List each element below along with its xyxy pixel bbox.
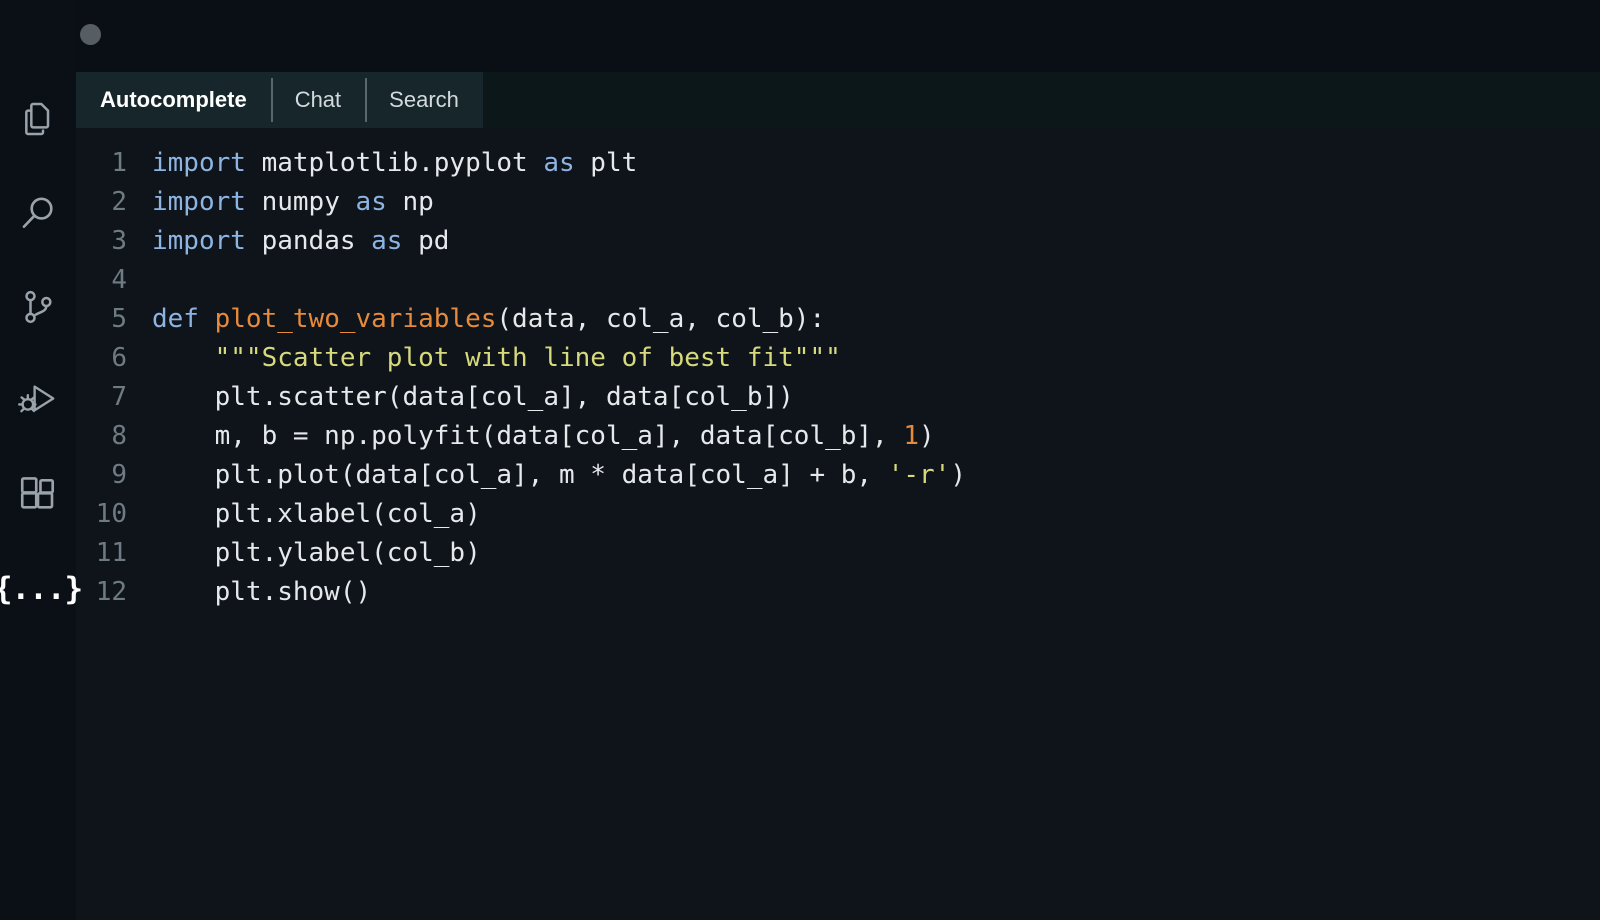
- code-token: """Scatter plot with line of best fit""": [215, 343, 841, 373]
- line-number: 4: [76, 261, 152, 300]
- code-editor[interactable]: 1import matplotlib.pyplot as plt2import …: [76, 128, 1600, 920]
- sidebar-item-run-debug[interactable]: [0, 354, 76, 448]
- code-token: import: [152, 148, 246, 178]
- search-icon: [17, 192, 59, 234]
- line-number: 11: [76, 534, 152, 573]
- code-token: [199, 304, 215, 334]
- sidebar-item-json-outline[interactable]: {...}: [0, 542, 76, 636]
- code-line[interactable]: 7 plt.scatter(data[col_a], data[col_b]): [76, 378, 1600, 417]
- code-token: plt: [575, 148, 638, 178]
- code-line[interactable]: 2import numpy as np: [76, 183, 1600, 222]
- line-source: [152, 261, 1600, 300]
- code-token: ): [950, 460, 966, 490]
- line-source: def plot_two_variables(data, col_a, col_…: [152, 300, 1600, 339]
- code-line[interactable]: 6 """Scatter plot with line of best fit"…: [76, 339, 1600, 378]
- extensions-icon: [17, 474, 59, 516]
- tab-bar: Autocomplete Chat Search: [76, 72, 1600, 128]
- maximize-button[interactable]: [80, 24, 101, 45]
- code-token: (data, col_a, col_b):: [496, 304, 825, 334]
- tab-label: Search: [389, 87, 459, 113]
- files-icon: [18, 99, 58, 139]
- code-token: pd: [402, 226, 449, 256]
- code-token: matplotlib.pyplot: [246, 148, 543, 178]
- code-line[interactable]: 4: [76, 261, 1600, 300]
- code-token: plt.show(): [152, 577, 371, 607]
- git-branch-icon: [18, 287, 58, 327]
- code-token: numpy: [246, 187, 356, 217]
- code-token: [152, 343, 215, 373]
- code-token: as: [371, 226, 402, 256]
- code-token: as: [356, 187, 387, 217]
- sidebar-item-extensions[interactable]: [0, 448, 76, 542]
- line-source: plt.ylabel(col_b): [152, 534, 1600, 573]
- line-number: 1: [76, 144, 152, 183]
- window-titlebar: [0, 0, 1600, 72]
- code-token: 1: [903, 421, 919, 451]
- line-number: 2: [76, 183, 152, 222]
- line-number: 7: [76, 378, 152, 417]
- line-number: 6: [76, 339, 152, 378]
- code-token: m, b = np.polyfit(data[col_a], data[col_…: [152, 421, 903, 451]
- code-line[interactable]: 12 plt.show(): [76, 573, 1600, 612]
- tab-bar-empty-area: [483, 72, 1600, 128]
- code-content[interactable]: 1import matplotlib.pyplot as plt2import …: [76, 128, 1600, 612]
- code-line[interactable]: 11 plt.ylabel(col_b): [76, 534, 1600, 573]
- code-token: plt.scatter(data[col_a], data[col_b]): [152, 382, 794, 412]
- code-token: def: [152, 304, 199, 334]
- run-debug-icon: [16, 379, 60, 423]
- code-token: '-r': [888, 460, 951, 490]
- line-number: 5: [76, 300, 152, 339]
- sidebar-item-source-control[interactable]: [0, 260, 76, 354]
- line-source: import numpy as np: [152, 183, 1600, 222]
- code-line[interactable]: 10 plt.xlabel(col_a): [76, 495, 1600, 534]
- line-number: 3: [76, 222, 152, 261]
- sidebar-item-explorer[interactable]: [0, 72, 76, 166]
- tab-label: Autocomplete: [100, 87, 247, 113]
- line-source: m, b = np.polyfit(data[col_a], data[col_…: [152, 417, 1600, 456]
- code-line[interactable]: 8 m, b = np.polyfit(data[col_a], data[co…: [76, 417, 1600, 456]
- code-token: plt.ylabel(col_b): [152, 538, 481, 568]
- code-token: import: [152, 187, 246, 217]
- code-line[interactable]: 5def plot_two_variables(data, col_a, col…: [76, 300, 1600, 339]
- line-number: 9: [76, 456, 152, 495]
- tab-label: Chat: [295, 87, 341, 113]
- code-token: np: [387, 187, 434, 217]
- line-number: 12: [76, 573, 152, 612]
- code-token: import: [152, 226, 246, 256]
- line-source: import pandas as pd: [152, 222, 1600, 261]
- activity-bar-items: {...}: [0, 72, 76, 636]
- tab-autocomplete[interactable]: Autocomplete: [76, 72, 271, 128]
- line-number: 10: [76, 495, 152, 534]
- code-token: plot_two_variables: [215, 304, 497, 334]
- app-window: {...} Autocomplete Chat Search 1import m…: [0, 0, 1600, 920]
- activity-bar: {...}: [0, 0, 76, 920]
- code-line[interactable]: 1import matplotlib.pyplot as plt: [76, 144, 1600, 183]
- line-number: 8: [76, 417, 152, 456]
- line-source: plt.xlabel(col_a): [152, 495, 1600, 534]
- code-token: plt.plot(data[col_a], m * data[col_a] + …: [152, 460, 888, 490]
- code-token: plt.xlabel(col_a): [152, 499, 481, 529]
- line-source: plt.scatter(data[col_a], data[col_b]): [152, 378, 1600, 417]
- line-source: plt.show(): [152, 573, 1600, 612]
- code-token: as: [543, 148, 574, 178]
- line-source: import matplotlib.pyplot as plt: [152, 144, 1600, 183]
- code-token: pandas: [246, 226, 371, 256]
- code-line[interactable]: 9 plt.plot(data[col_a], m * data[col_a] …: [76, 456, 1600, 495]
- code-token: ): [919, 421, 935, 451]
- code-line[interactable]: 3import pandas as pd: [76, 222, 1600, 261]
- line-source: plt.plot(data[col_a], m * data[col_a] + …: [152, 456, 1600, 495]
- tab-chat[interactable]: Chat: [271, 72, 365, 128]
- sidebar-item-search[interactable]: [0, 166, 76, 260]
- line-source: """Scatter plot with line of best fit""": [152, 339, 1600, 378]
- tab-search[interactable]: Search: [365, 72, 483, 128]
- braces-icon: {...}: [0, 574, 82, 605]
